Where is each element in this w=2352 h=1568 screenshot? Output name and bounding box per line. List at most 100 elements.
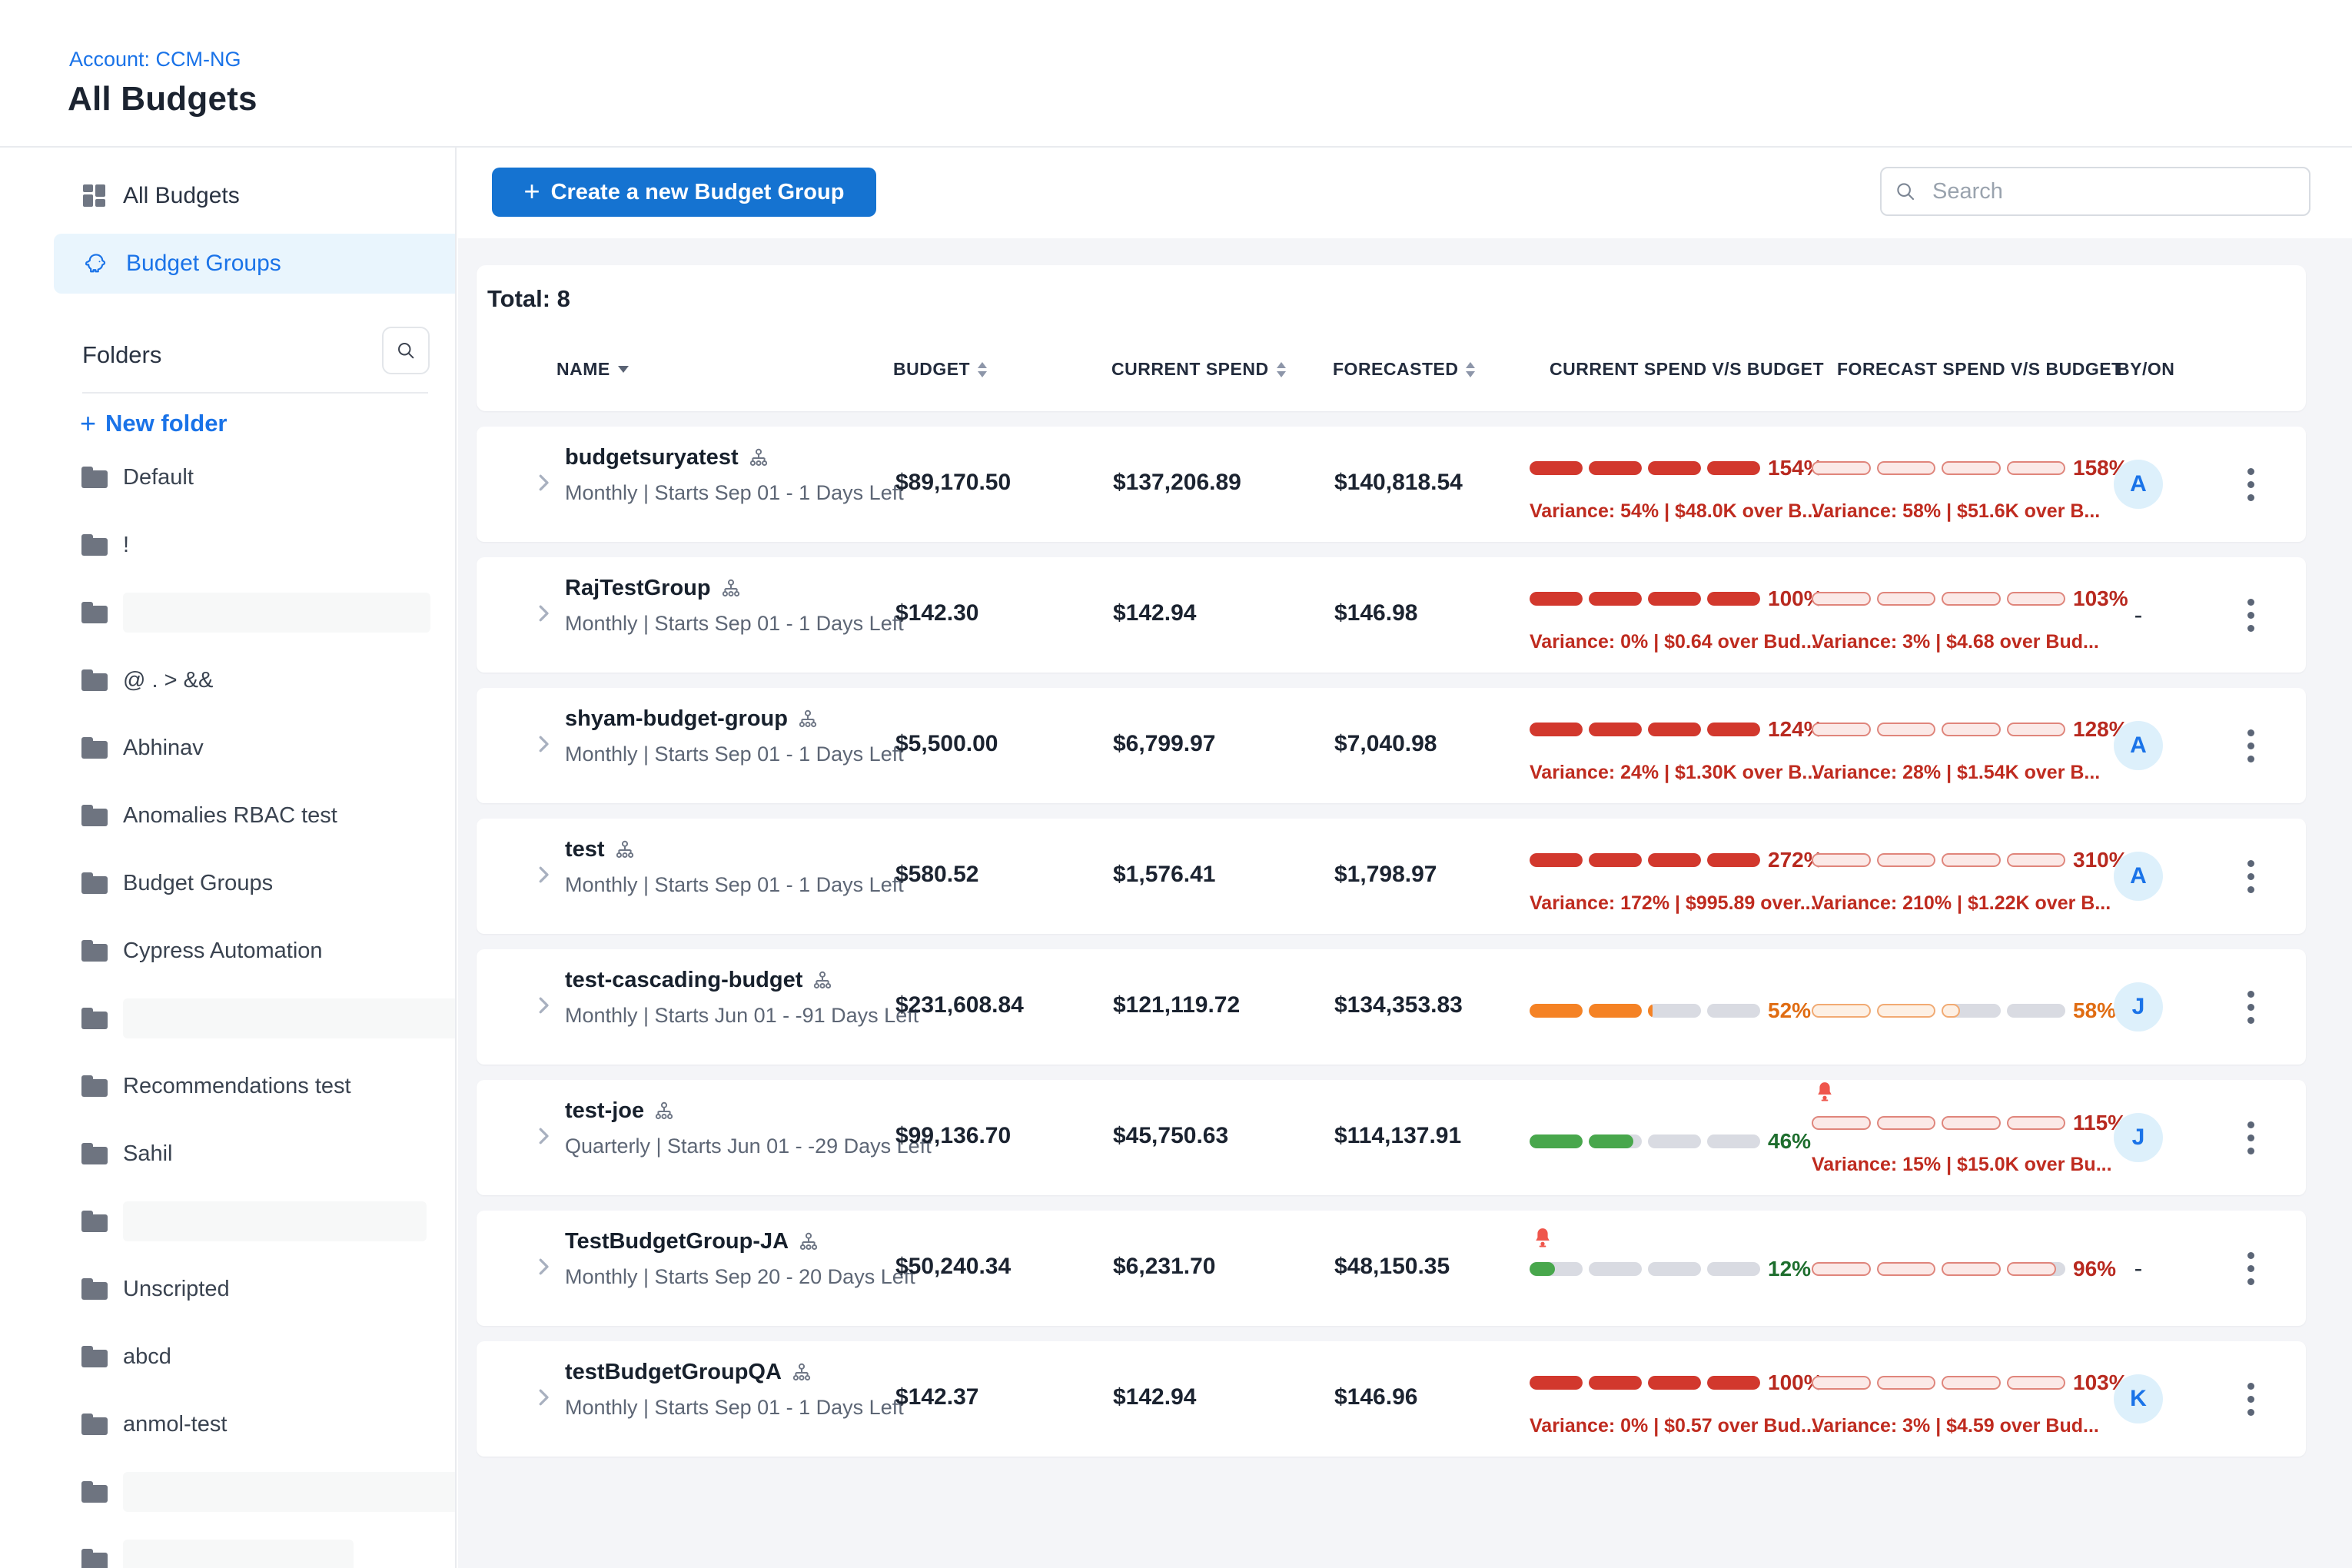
chevron-right-icon[interactable] <box>532 600 555 630</box>
owner-avatar: A <box>2114 721 2163 770</box>
name-block: test-cascading-budget Monthly | Starts J… <box>565 968 919 1028</box>
chevron-right-icon[interactable] <box>532 992 555 1022</box>
by-on-cell: J <box>2114 982 2163 1031</box>
table-row[interactable]: testBudgetGroupQA Monthly | Starts Sep 0… <box>477 1341 2306 1457</box>
chevron-right-icon[interactable] <box>532 862 555 892</box>
folder-icon <box>81 1211 108 1232</box>
folder-item[interactable]: Sahil <box>81 1132 173 1175</box>
folder-item[interactable]: Budget Groups <box>81 862 273 905</box>
current-variance-text: Variance: 0% | $0.57 over Bud... <box>1530 1415 1817 1437</box>
kebab-menu-button[interactable] <box>2244 1380 2257 1419</box>
current-vs-budget-bar: 124% <box>1530 717 1823 742</box>
table-row[interactable]: TestBudgetGroup-JA Monthly | Starts Sep … <box>477 1211 2306 1326</box>
kebab-menu-button[interactable] <box>2244 988 2257 1027</box>
folder-item[interactable] <box>81 1470 457 1513</box>
chevron-right-icon[interactable] <box>532 1254 555 1284</box>
kebab-menu-button[interactable] <box>2244 1249 2257 1288</box>
chevron-right-icon[interactable] <box>532 1384 555 1414</box>
folder-item[interactable] <box>81 1200 427 1243</box>
folder-item[interactable]: abcd <box>81 1335 171 1378</box>
budget-value: $142.37 <box>895 1384 978 1410</box>
folder-item[interactable] <box>81 591 430 634</box>
alert-bell-icon <box>1813 1080 1836 1103</box>
folder-item[interactable]: Abhinav <box>81 726 204 769</box>
folder-item[interactable]: @ . > && <box>81 659 213 702</box>
table-row[interactable]: shyam-budget-group Monthly | Starts Sep … <box>477 688 2306 803</box>
table-row[interactable]: RajTestGroup Monthly | Starts Sep 01 - 1… <box>477 557 2306 673</box>
folder-item[interactable]: Cypress Automation <box>81 929 323 972</box>
folder-icon <box>81 669 108 691</box>
budget-group-meta: Monthly | Starts Sep 01 - 1 Days Left <box>565 873 904 897</box>
folder-item[interactable]: Recommendations test <box>81 1065 351 1108</box>
column-header-forecasted[interactable]: FORECASTED <box>1333 359 1475 380</box>
folder-item[interactable]: Default <box>81 456 194 499</box>
name-block: test-joe Quarterly | Starts Jun 01 - -29… <box>565 1098 932 1158</box>
bar-percent-label: 12% <box>1768 1257 1811 1281</box>
chevron-right-icon[interactable] <box>532 1123 555 1153</box>
kebab-menu-button[interactable] <box>2244 857 2257 896</box>
forecast-vs-budget-bar: 103% <box>1812 586 2128 611</box>
folder-icon <box>81 1278 108 1300</box>
budget-value: $50,240.34 <box>895 1254 1011 1280</box>
chevron-right-icon[interactable] <box>532 470 555 500</box>
all-budgets-page: Account: CCM-NG All Budgets All Budgets … <box>0 0 2352 1568</box>
folder-item[interactable] <box>81 1538 354 1568</box>
column-header-name[interactable]: NAME <box>556 359 629 380</box>
table-row[interactable]: test-cascading-budget Monthly | Starts J… <box>477 949 2306 1065</box>
owner-avatar: J <box>2114 982 2163 1031</box>
chevron-right-icon[interactable] <box>532 731 555 761</box>
folder-label <box>123 1201 427 1241</box>
table-row[interactable]: test Monthly | Starts Sep 01 - 1 Days Le… <box>477 819 2306 934</box>
name-block: budgetsuryatest Monthly | Starts Sep 01 … <box>565 445 904 505</box>
folder-label: Cypress Automation <box>123 938 323 964</box>
budget-group-name[interactable]: TestBudgetGroup-JA <box>565 1229 789 1254</box>
folder-item[interactable]: anmol-test <box>81 1403 227 1446</box>
folder-item[interactable] <box>81 997 457 1040</box>
budget-group-meta: Monthly | Starts Sep 01 - 1 Days Left <box>565 742 904 766</box>
budget-group-name[interactable]: RajTestGroup <box>565 576 711 601</box>
folder-label: @ . > && <box>123 668 213 693</box>
column-header-current-spend[interactable]: CURRENT SPEND <box>1111 359 1286 380</box>
current-vs-budget-bar: 100% <box>1530 586 1823 611</box>
folder-label: Budget Groups <box>123 871 273 896</box>
hierarchy-icon <box>812 970 833 992</box>
alert-bell-icon <box>1531 1226 1554 1249</box>
budget-group-name[interactable]: budgetsuryatest <box>565 445 739 470</box>
folder-item[interactable]: Unscripted <box>81 1267 230 1311</box>
budget-group-meta: Quarterly | Starts Jun 01 - -29 Days Lef… <box>565 1134 932 1158</box>
folder-item[interactable]: Anomalies RBAC test <box>81 794 337 837</box>
budget-group-name[interactable]: test-cascading-budget <box>565 968 802 993</box>
budget-group-name[interactable]: testBudgetGroupQA <box>565 1360 782 1385</box>
forecasted-value: $146.98 <box>1334 600 1417 626</box>
account-breadcrumb-link[interactable]: Account: CCM-NG <box>69 48 241 71</box>
forecasted-value: $134,353.83 <box>1334 992 1463 1018</box>
folder-icon <box>81 602 108 623</box>
folder-label: Recommendations test <box>123 1074 351 1099</box>
current-vs-budget-bar: 100% <box>1530 1370 1823 1395</box>
budget-value: $231,608.84 <box>895 992 1024 1018</box>
column-header-current-vs-budget: CURRENT SPEND V/S BUDGET <box>1550 359 1824 380</box>
folder-label <box>123 1472 457 1512</box>
by-on-cell: - <box>2114 590 2163 639</box>
budget-group-name[interactable]: shyam-budget-group <box>565 706 788 732</box>
forecast-variance-text: Variance: 210% | $1.22K over B... <box>1812 892 2111 915</box>
table-row[interactable]: test-joe Quarterly | Starts Jun 01 - -29… <box>477 1080 2306 1195</box>
kebab-menu-button[interactable] <box>2244 596 2257 635</box>
forecasted-value: $48,150.35 <box>1334 1254 1450 1280</box>
budget-group-name[interactable]: test <box>565 837 605 862</box>
name-block: shyam-budget-group Monthly | Starts Sep … <box>565 706 904 766</box>
by-on-cell: - <box>2114 1244 2163 1293</box>
current-spend-value: $121,119.72 <box>1113 992 1240 1018</box>
budget-group-meta: Monthly | Starts Sep 01 - 1 Days Left <box>565 481 904 505</box>
by-on-cell: A <box>2114 721 2163 770</box>
kebab-menu-button[interactable] <box>2244 726 2257 766</box>
search-input[interactable] <box>1880 167 2310 216</box>
kebab-menu-button[interactable] <box>2244 465 2257 504</box>
kebab-menu-button[interactable] <box>2244 1118 2257 1158</box>
column-header-budget[interactable]: BUDGET <box>893 359 987 380</box>
by-on-cell: K <box>2114 1374 2163 1423</box>
budget-group-name[interactable]: test-joe <box>565 1098 644 1124</box>
table-row[interactable]: budgetsuryatest Monthly | Starts Sep 01 … <box>477 427 2306 542</box>
folder-item[interactable]: ! <box>81 523 129 566</box>
create-budget-group-button[interactable]: + Create a new Budget Group <box>492 168 876 217</box>
